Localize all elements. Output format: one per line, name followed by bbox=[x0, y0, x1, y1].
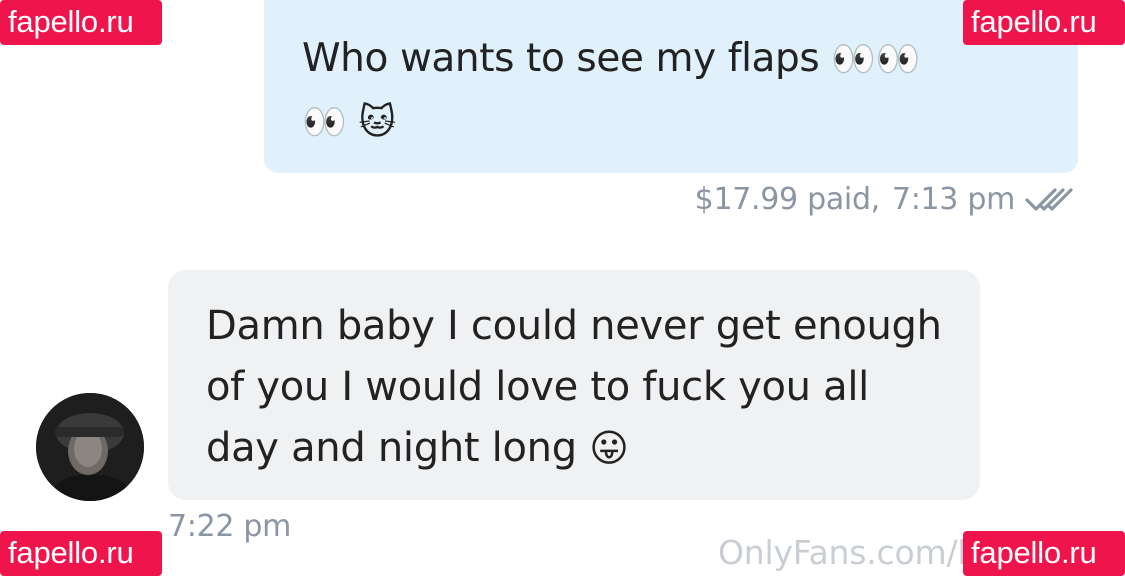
incoming-message-body: Damn baby I could never get enough of yo… bbox=[206, 303, 942, 471]
tongue-emoji: 😛 bbox=[589, 426, 629, 470]
chat-view: Who wants to see my flaps 👀👀 👀 🐱 $17.99 … bbox=[0, 0, 1125, 577]
avatar-photo-icon bbox=[36, 393, 144, 501]
incoming-message-time: 7:22 pm bbox=[168, 509, 292, 544]
eyes-emoji: 👀👀 bbox=[831, 39, 921, 80]
site-watermark-top-right: fapello.ru bbox=[963, 0, 1125, 45]
eyes-emoji-2: 👀 bbox=[302, 102, 347, 143]
double-check-icon bbox=[1025, 186, 1073, 214]
outgoing-message-line1: Who wants to see my flaps bbox=[302, 36, 820, 81]
source-watermark: OnlyFans.com/l bbox=[718, 533, 967, 572]
cat-emoji: 🐱 bbox=[358, 102, 396, 143]
site-watermark-bottom-left: fapello.ru bbox=[0, 531, 162, 576]
incoming-message-bubble[interactable]: Damn baby I could never get enough of yo… bbox=[168, 270, 980, 500]
outgoing-message-bubble[interactable]: Who wants to see my flaps 👀👀 👀 🐱 bbox=[264, 0, 1078, 173]
outgoing-message-meta: $17.99 paid, 7:13 pm bbox=[695, 182, 1073, 217]
user-avatar[interactable] bbox=[36, 393, 144, 501]
site-watermark-top-left: fapello.ru bbox=[0, 0, 162, 45]
outgoing-message-time: 7:13 pm bbox=[891, 182, 1015, 217]
site-watermark-bottom-right: fapello.ru bbox=[963, 531, 1125, 576]
paid-price-label: $17.99 paid, bbox=[694, 182, 881, 217]
incoming-message-text: Damn baby I could never get enough of yo… bbox=[206, 296, 950, 479]
outgoing-message-text: Who wants to see my flaps 👀👀 👀 🐱 bbox=[302, 28, 1038, 154]
